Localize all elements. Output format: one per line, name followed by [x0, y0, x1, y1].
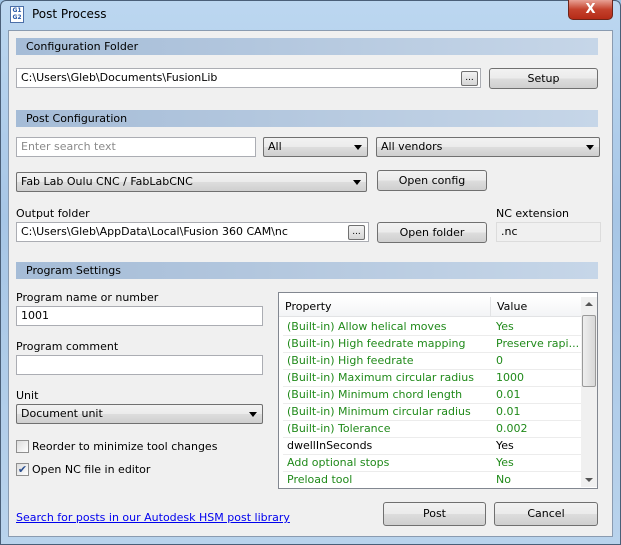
property-value[interactable]: 0.01 — [496, 387, 578, 403]
search-input[interactable]: Enter search text — [16, 137, 256, 157]
post-select[interactable]: Fab Lab Oulu CNC / FabLabCNC — [16, 172, 367, 192]
vendor-value: All vendors — [381, 140, 443, 153]
chevron-down-icon — [586, 145, 594, 150]
property-name: Preload tool — [287, 473, 353, 486]
output-browse-button[interactable]: ... — [348, 225, 365, 240]
table-row[interactable]: dwellInSeconds Yes — [283, 438, 581, 455]
checkmark-icon: ✔ — [17, 463, 28, 476]
output-folder-input[interactable]: C:\Users\Gleb\AppData\Local\Fusion 360 C… — [16, 222, 369, 242]
property-value[interactable]: 0.002 — [496, 421, 578, 437]
program-name-input[interactable]: 1001 — [16, 306, 263, 326]
reorder-label[interactable]: Reorder to minimize tool changes — [32, 440, 217, 453]
program-settings-header: Program Settings — [16, 262, 598, 279]
property-name: Add optional stops — [287, 456, 390, 469]
post-button[interactable]: Post — [383, 502, 486, 526]
property-value[interactable]: 1000 — [496, 370, 578, 386]
chevron-down-icon — [249, 412, 257, 417]
output-folder-label: Output folder — [16, 207, 90, 220]
config-folder-header: Configuration Folder — [16, 38, 598, 55]
property-name: (Built-in) Minimum circular radius — [287, 405, 471, 418]
open-nc-label[interactable]: Open NC file in editor — [32, 463, 150, 476]
post-value: Fab Lab Oulu CNC / FabLabCNC — [21, 175, 193, 188]
filter-value: All — [268, 140, 282, 153]
property-name: (Built-in) Tolerance — [287, 422, 391, 435]
table-row[interactable]: Add optional stops Yes — [283, 455, 581, 472]
property-name: (Built-in) Allow helical moves — [287, 320, 447, 333]
chevron-down-icon — [353, 180, 361, 185]
open-folder-button[interactable]: Open folder — [377, 222, 487, 243]
table-row[interactable]: (Built-in) Maximum circular radius 1000 — [283, 370, 581, 387]
table-row[interactable]: (Built-in) Tolerance 0.002 — [283, 421, 581, 438]
post-library-link[interactable]: Search for posts in our Autodesk HSM pos… — [16, 511, 290, 524]
nc-extension-label: NC extension — [496, 207, 570, 220]
program-name-label: Program name or number — [16, 291, 159, 304]
property-name: (Built-in) Minimum chord length — [287, 388, 463, 401]
app-icon: G1 G2 — [10, 6, 24, 23]
setup-button[interactable]: Setup — [489, 68, 598, 89]
nc-extension-field: .nc — [496, 222, 601, 242]
open-nc-checkbox[interactable]: ✔ — [16, 463, 29, 476]
config-folder-input[interactable]: C:\Users\Gleb\Documents\FusionLib — [16, 68, 481, 88]
unit-value: Document unit — [21, 407, 103, 420]
scroll-down-icon[interactable] — [585, 478, 593, 482]
table-row[interactable]: (Built-in) High feedrate 0 — [283, 353, 581, 370]
property-name: (Built-in) Maximum circular radius — [287, 371, 474, 384]
window-title: Post Process — [32, 7, 107, 21]
scrollbar[interactable] — [581, 297, 597, 487]
program-comment-label: Program comment — [16, 340, 119, 353]
unit-label: Unit — [16, 389, 39, 402]
reorder-checkbox[interactable] — [16, 440, 29, 453]
property-value[interactable]: Yes — [496, 319, 578, 335]
property-value[interactable]: 0 — [496, 353, 578, 369]
chevron-down-icon — [354, 145, 362, 150]
cancel-button[interactable]: Cancel — [494, 502, 598, 526]
property-name: (Built-in) High feedrate mapping — [287, 337, 466, 350]
property-value[interactable]: 0.01 — [496, 404, 578, 420]
open-config-button[interactable]: Open config — [377, 170, 487, 191]
table-row[interactable]: (Built-in) Allow helical moves Yes — [283, 319, 581, 336]
scroll-up-icon[interactable] — [585, 302, 593, 306]
unit-select[interactable]: Document unit — [16, 404, 263, 424]
property-value[interactable]: Yes — [496, 438, 578, 454]
filter-select[interactable]: All — [263, 137, 368, 157]
post-config-header: Post Configuration — [16, 110, 598, 127]
close-button[interactable]: X — [568, 0, 613, 20]
column-header-property[interactable]: Property — [279, 297, 490, 317]
table-row[interactable]: (Built-in) High feedrate mapping Preserve… — [283, 336, 581, 353]
property-value[interactable]: Yes — [496, 455, 578, 471]
table-row[interactable]: Preload tool No — [283, 472, 581, 488]
property-name: dwellInSeconds — [287, 439, 373, 452]
property-name: (Built-in) High feedrate — [287, 354, 414, 367]
table-row[interactable]: (Built-in) Minimum circular radius 0.01 — [283, 404, 581, 421]
property-value[interactable]: No — [496, 472, 578, 488]
property-value[interactable]: Preserve rapi... — [496, 336, 578, 352]
config-browse-button[interactable]: ... — [461, 71, 478, 86]
program-comment-input[interactable] — [16, 355, 263, 375]
column-header-value[interactable]: Value — [490, 297, 581, 317]
scroll-thumb[interactable] — [582, 315, 596, 387]
properties-table[interactable]: Property Value (Built-in) Allow helical … — [278, 292, 598, 489]
table-row[interactable]: (Built-in) Minimum chord length 0.01 — [283, 387, 581, 404]
vendor-select[interactable]: All vendors — [376, 137, 600, 157]
